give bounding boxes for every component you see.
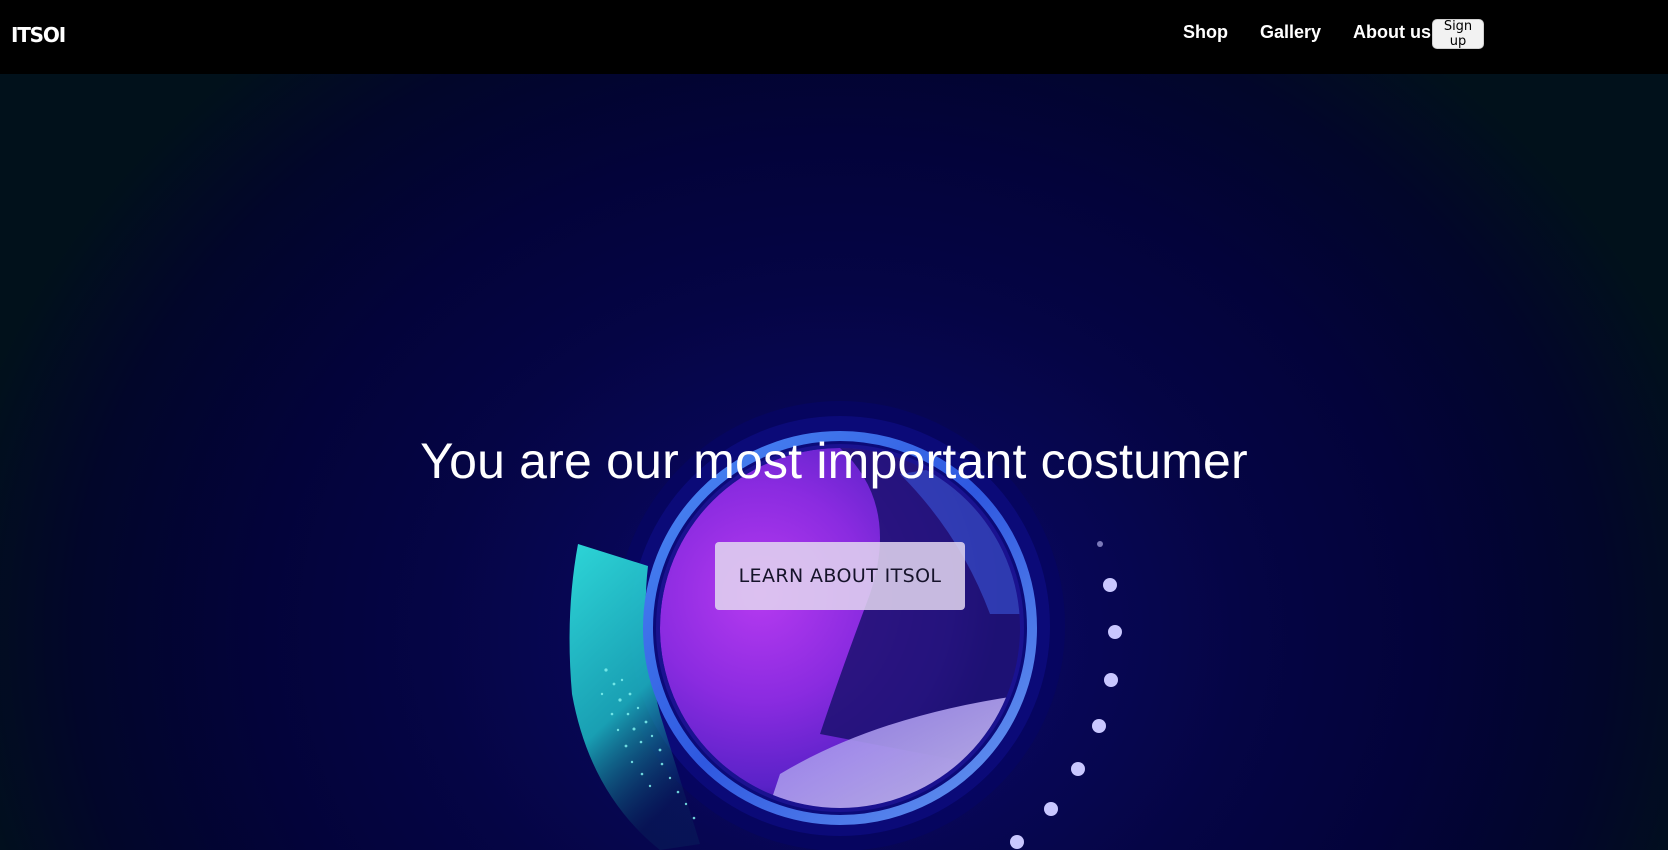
nav-link-gallery[interactable]: Gallery <box>1260 22 1321 43</box>
nav-links: Shop Gallery About us <box>1183 22 1447 43</box>
signup-button[interactable]: Sign up <box>1432 19 1484 49</box>
site-logo[interactable]: ITSOI <box>11 23 66 47</box>
hero-section: You are our most important costumer LEAR… <box>0 74 1668 850</box>
nav-link-shop[interactable]: Shop <box>1183 22 1228 43</box>
hero-title: You are our most important costumer <box>420 433 1248 489</box>
nav-link-about-us[interactable]: About us <box>1353 22 1431 43</box>
learn-about-itsol-button[interactable]: LEARN ABOUT ITSOL <box>715 542 965 610</box>
top-navbar: ITSOI Shop Gallery About us Sign up <box>0 0 1668 74</box>
